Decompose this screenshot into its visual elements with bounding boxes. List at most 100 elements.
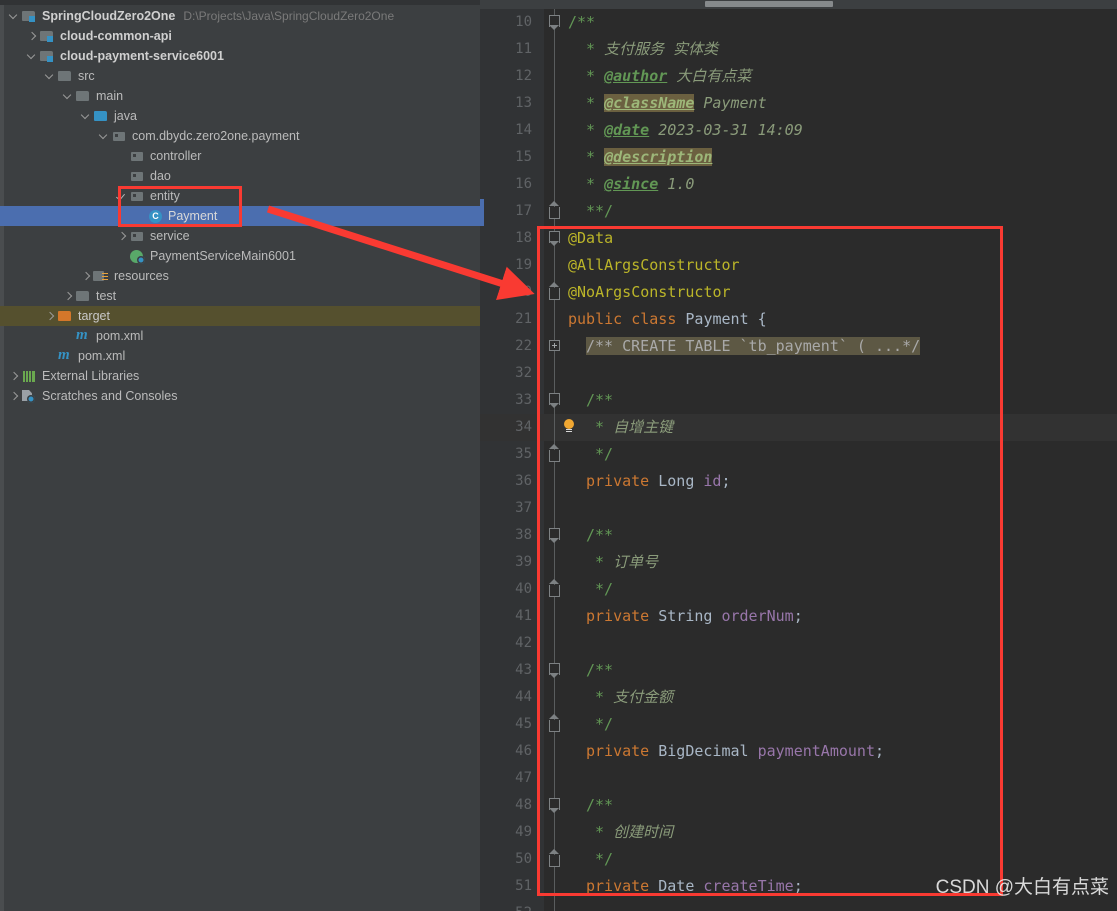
fold-marker-arrowdown[interactable] — [546, 225, 564, 252]
code-line[interactable]: 21 public class Payment { — [480, 306, 1117, 333]
tree-item-controller[interactable]: controller — [0, 146, 480, 166]
tree-item-dao[interactable]: dao — [0, 166, 480, 186]
code-line[interactable]: 37 — [480, 495, 1117, 522]
code-line[interactable]: 14 * @date 2023-03-31 14:09 — [480, 117, 1117, 144]
chevron-right-icon[interactable] — [8, 388, 21, 404]
code-line[interactable]: 22 /** CREATE TABLE `tb_payment` ( ...*/ — [480, 333, 1117, 360]
code-line[interactable]: 15 * @description — [480, 144, 1117, 171]
chevron-right-icon[interactable] — [44, 308, 57, 324]
tree-item-service[interactable]: service — [0, 226, 480, 246]
line-number: 35 — [515, 446, 532, 462]
horizontal-scrollbar-track[interactable] — [480, 0, 1117, 9]
code-line[interactable]: 38 /** — [480, 522, 1117, 549]
chevron-down-icon[interactable] — [62, 88, 75, 104]
code-line[interactable]: 16 * @since 1.0 — [480, 171, 1117, 198]
code-line[interactable]: 20 @NoArgsConstructor — [480, 279, 1117, 306]
project-tree-panel[interactable]: SpringCloudZero2One D:\Projects\Java\Spri… — [0, 0, 480, 911]
fold-marker-arrowup[interactable] — [546, 279, 564, 306]
code-line[interactable]: 11 * 支付服务 实体类 — [480, 36, 1117, 63]
tree-item-entity[interactable]: entity — [0, 186, 480, 206]
code-line[interactable]: 35 */ — [480, 441, 1117, 468]
tree-item-src[interactable]: src — [0, 66, 480, 86]
code-line[interactable]: 52 — [480, 900, 1117, 911]
code-line[interactable]: 42 — [480, 630, 1117, 657]
code-line-text: /** CREATE TABLE `tb_payment` ( ...*/ — [568, 333, 921, 360]
fold-marker-arrowdown[interactable] — [546, 387, 564, 414]
chevron-right-icon[interactable] — [80, 268, 93, 284]
tree-item-scratches-and-consoles[interactable]: Scratches and Consoles — [0, 386, 480, 406]
fold-marker-arrowup[interactable] — [546, 846, 564, 873]
code-line[interactable]: 46 private BigDecimal paymentAmount; — [480, 738, 1117, 765]
fold-marker-arrowdown[interactable] — [546, 9, 564, 36]
fold-marker-arrowup[interactable] — [546, 441, 564, 468]
code-line[interactable]: 36 private Long id; — [480, 468, 1117, 495]
tree-item-main[interactable]: main — [0, 86, 480, 106]
chevron-right-icon[interactable] — [116, 228, 129, 244]
code-line[interactable]: 44 * 支付金额 — [480, 684, 1117, 711]
fold-marker-arrowdown[interactable] — [546, 522, 564, 549]
chevron-right-icon[interactable] — [8, 368, 21, 384]
code-line-text: * 支付服务 实体类 — [568, 36, 718, 63]
code-line[interactable]: 18 @Data — [480, 225, 1117, 252]
fold-marker-arrowup[interactable] — [546, 576, 564, 603]
code-line[interactable]: 19 @AllArgsConstructor — [480, 252, 1117, 279]
code-line[interactable]: 41 private String orderNum; — [480, 603, 1117, 630]
tree-item-payment[interactable]: Payment — [0, 206, 480, 226]
fold-marker-arrowup[interactable] — [546, 711, 564, 738]
code-line[interactable]: 32 — [480, 360, 1117, 387]
code-line[interactable]: 45 */ — [480, 711, 1117, 738]
code-line[interactable]: 43 /** — [480, 657, 1117, 684]
code-line[interactable]: 10 /** — [480, 9, 1117, 36]
code-line[interactable]: 33 /** — [480, 387, 1117, 414]
project-tree-list[interactable]: SpringCloudZero2One D:\Projects\Java\Spri… — [0, 6, 480, 406]
tree-item-paymentservicemain6001[interactable]: PaymentServiceMain6001 — [0, 246, 480, 266]
chevron-down-icon[interactable] — [8, 8, 21, 24]
chevron-down-icon[interactable] — [98, 128, 111, 144]
fold-marker-boxplus[interactable] — [546, 333, 564, 360]
chevron-right-icon[interactable] — [62, 288, 75, 304]
line-number: 19 — [515, 257, 532, 273]
code-token: @className — [604, 94, 695, 112]
code-token: * — [586, 148, 605, 166]
code-line[interactable]: 40 */ — [480, 576, 1117, 603]
code-line[interactable]: 39 * 订单号 — [480, 549, 1117, 576]
tree-item-springcloudzero2one[interactable]: SpringCloudZero2One D:\Projects\Java\Spri… — [0, 6, 480, 26]
chevron-down-icon[interactable] — [80, 108, 93, 124]
fold-marker-arrowup[interactable] — [546, 198, 564, 225]
package-icon — [129, 148, 147, 164]
code-token: * — [586, 94, 605, 112]
code-line[interactable]: 17 **/ — [480, 198, 1117, 225]
tree-item-com-dbydc-zero2one-payment[interactable]: com.dbydc.zero2one.payment — [0, 126, 480, 146]
fold-marker-arrowdown[interactable] — [546, 657, 564, 684]
code-line[interactable]: 48 /** — [480, 792, 1117, 819]
code-line[interactable]: 50 */ — [480, 846, 1117, 873]
horizontal-scrollbar-thumb[interactable] — [705, 1, 833, 7]
chevron-right-icon[interactable] — [26, 28, 39, 44]
tree-item-target[interactable]: target — [0, 306, 480, 326]
source-folder-icon — [93, 108, 111, 124]
package-icon — [111, 128, 129, 144]
code-editor[interactable]: 10 /** 11 * 支付服务 实体类 12 * @author 大白有点菜 13 * @c… — [480, 0, 1117, 911]
tree-item-pom-xml[interactable]: pom.xml — [0, 346, 480, 366]
tree-item-test[interactable]: test — [0, 286, 480, 306]
code-line[interactable]: 49 * 创建时间 — [480, 819, 1117, 846]
tree-item-java[interactable]: java — [0, 106, 480, 126]
code-line[interactable]: 47 — [480, 765, 1117, 792]
code-token: @date — [604, 121, 650, 139]
tree-item-cloud-payment-service6001[interactable]: cloud-payment-service6001 — [0, 46, 480, 66]
chevron-down-icon[interactable] — [44, 68, 57, 84]
code-line[interactable]: 13 * @className Payment — [480, 90, 1117, 117]
tree-item-pom-xml[interactable]: pom.xml — [0, 326, 480, 346]
tree-item-cloud-common-api[interactable]: cloud-common-api — [0, 26, 480, 46]
check-icon[interactable] — [116, 188, 129, 204]
tree-item-resources[interactable]: resources — [0, 266, 480, 286]
package-icon — [129, 188, 147, 204]
code-line[interactable]: 12 * @author 大白有点菜 — [480, 63, 1117, 90]
code-line[interactable]: 34 * 自增主键 — [480, 414, 1117, 441]
fold-marker-arrowdown[interactable] — [546, 792, 564, 819]
line-number: 47 — [515, 770, 532, 786]
code-content[interactable]: 10 /** 11 * 支付服务 实体类 12 * @author 大白有点菜 13 * @c… — [480, 9, 1117, 911]
tree-item-external-libraries[interactable]: External Libraries — [0, 366, 480, 386]
chevron-down-icon[interactable] — [26, 48, 39, 64]
